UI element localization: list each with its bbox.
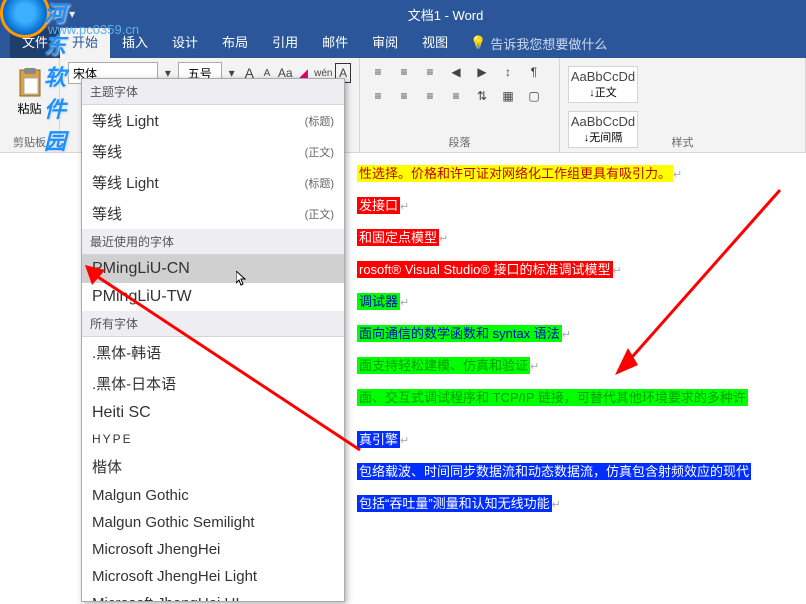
paste-icon xyxy=(14,66,46,98)
tab-design[interactable]: 设计 xyxy=(160,28,210,58)
lightbulb-icon: 💡 xyxy=(470,35,486,51)
text-highlight: 和固定点模型 xyxy=(357,229,439,246)
tab-layout[interactable]: 布局 xyxy=(210,28,260,58)
window-title: 文档1 - Word xyxy=(85,5,806,24)
text-highlight: 面支持轻松建模、仿真和验证 xyxy=(357,357,530,374)
document-area[interactable]: 性选择。价格和许可证对网络化工作组更具有吸引力。↵ 发接口↵ 和固定点模型↵ r… xyxy=(345,153,806,604)
font-item[interactable]: 楷体 xyxy=(82,451,344,482)
style-preview: AaBbCcDd xyxy=(571,114,635,129)
font-item-pmingliu-cn[interactable]: PMingLiU-CN xyxy=(82,255,344,283)
font-item[interactable]: .黑体-韩语 xyxy=(82,337,344,368)
save-icon[interactable]: 💾 xyxy=(10,7,25,21)
styles-group: AaBbCcDd ↓正文 AaBbCcDd ↓无间隔 样式 xyxy=(560,58,806,152)
font-item[interactable]: 等线 Light(标题) xyxy=(82,167,344,198)
tab-mail[interactable]: 邮件 xyxy=(310,28,360,58)
indent-left-icon[interactable]: ◀ xyxy=(446,62,466,82)
style-normal[interactable]: AaBbCcDd ↓正文 xyxy=(568,66,638,103)
tab-references[interactable]: 引用 xyxy=(260,28,310,58)
text-highlight: rosoft® Visual Studio® 接口的标准调试模型 xyxy=(357,261,613,278)
dropdown-header-recent: 最近使用的字体 xyxy=(82,229,344,255)
text-highlight: 发接口 xyxy=(357,197,400,214)
shading-icon[interactable]: ▦ xyxy=(498,86,518,106)
numbering-icon[interactable]: ≡ xyxy=(394,62,414,82)
tab-review[interactable]: 审阅 xyxy=(360,28,410,58)
styles-label: 样式 xyxy=(560,134,805,150)
paragraph-label: 段落 xyxy=(360,134,559,150)
font-item[interactable]: Malgun Gothic xyxy=(82,482,344,509)
title-bar: 💾 ↶ ↷ ▾ 文档1 - Word xyxy=(0,0,806,28)
text-highlight: 面向通信的数学函数和 syntax 语法 xyxy=(357,325,562,342)
ribbon-tabs: 文件 开始 插入 设计 布局 引用 邮件 审阅 视图 💡 告诉我您想要做什么 xyxy=(0,28,806,58)
tell-me[interactable]: 💡 告诉我您想要做什么 xyxy=(470,34,607,53)
paragraph-group: ≡ ≡ ≡ ◀ ▶ ↕ ¶ ≡ ≡ ≡ ≡ ⇅ ▦ ▢ 段落 xyxy=(360,58,560,152)
font-item[interactable]: Heiti SC xyxy=(82,399,344,427)
quick-access-toolbar: 💾 ↶ ↷ ▾ xyxy=(0,7,85,21)
tab-file[interactable]: 文件 xyxy=(10,28,60,58)
align-left-icon[interactable]: ≡ xyxy=(368,86,388,106)
font-item[interactable]: Microsoft JhengHei xyxy=(82,536,344,563)
text-highlight: 真引擎 xyxy=(357,431,400,448)
undo-icon[interactable]: ↶ xyxy=(33,7,43,21)
cursor-icon xyxy=(236,271,252,287)
paste-button[interactable]: 粘贴 xyxy=(14,66,46,117)
font-item[interactable]: Malgun Gothic Semilight xyxy=(82,509,344,536)
font-item-pmingliu-tw[interactable]: PMingLiU-TW xyxy=(82,283,344,311)
text-highlight: 包括“吞吐量”测量和认知无线功能 xyxy=(357,495,552,512)
text-highlight: 调试器 xyxy=(357,293,400,310)
font-item[interactable]: 等线 Light(标题) xyxy=(82,105,344,136)
justify-icon[interactable]: ≡ xyxy=(446,86,466,106)
style-name: ↓正文 xyxy=(589,84,617,100)
clipboard-label: 剪贴板 xyxy=(0,134,59,150)
align-right-icon[interactable]: ≡ xyxy=(420,86,440,106)
sort-icon[interactable]: ↕ xyxy=(498,62,518,82)
font-item[interactable]: Microsoft JhengHei UI xyxy=(82,590,344,602)
text-highlight: 包络载波、时间同步数据流和动态数据流，仿真包含射频效应的现代 xyxy=(357,463,751,480)
multilevel-icon[interactable]: ≡ xyxy=(420,62,440,82)
paste-label: 粘贴 xyxy=(17,100,41,117)
font-dropdown-menu: 主题字体 等线 Light(标题) 等线(正文) 等线 Light(标题) 等线… xyxy=(81,78,345,602)
line-spacing-icon[interactable]: ⇅ xyxy=(472,86,492,106)
text-highlight: 性选择。价格和许可证对网络化工作组更具有吸引力。 xyxy=(357,165,673,182)
borders-icon[interactable]: ▢ xyxy=(524,86,544,106)
show-marks-icon[interactable]: ¶ xyxy=(524,62,544,82)
font-item[interactable]: HYPE xyxy=(82,427,344,451)
clipboard-group: 粘贴 剪贴板 xyxy=(0,58,60,152)
tab-home[interactable]: 开始 xyxy=(60,28,110,58)
redo-icon[interactable]: ↷ xyxy=(51,7,61,21)
align-center-icon[interactable]: ≡ xyxy=(394,86,414,106)
dropdown-header-all: 所有字体 xyxy=(82,311,344,337)
tab-insert[interactable]: 插入 xyxy=(110,28,160,58)
qat-more-icon[interactable]: ▾ xyxy=(69,7,75,21)
font-item[interactable]: 等线(正文) xyxy=(82,198,344,229)
style-preview: AaBbCcDd xyxy=(571,69,635,84)
dropdown-header-theme: 主题字体 xyxy=(82,79,344,105)
font-item[interactable]: Microsoft JhengHei Light xyxy=(82,563,344,590)
bullets-icon[interactable]: ≡ xyxy=(368,62,388,82)
indent-right-icon[interactable]: ▶ xyxy=(472,62,492,82)
text-highlight: 面、交互式调试程序和 TCP/IP 链接，可替代其他环境要求的多种许 xyxy=(357,389,748,406)
font-item[interactable]: 等线(正文) xyxy=(82,136,344,167)
font-item[interactable]: .黑体-日本语 xyxy=(82,368,344,399)
tell-me-label: 告诉我您想要做什么 xyxy=(490,34,607,53)
tab-view[interactable]: 视图 xyxy=(410,28,460,58)
